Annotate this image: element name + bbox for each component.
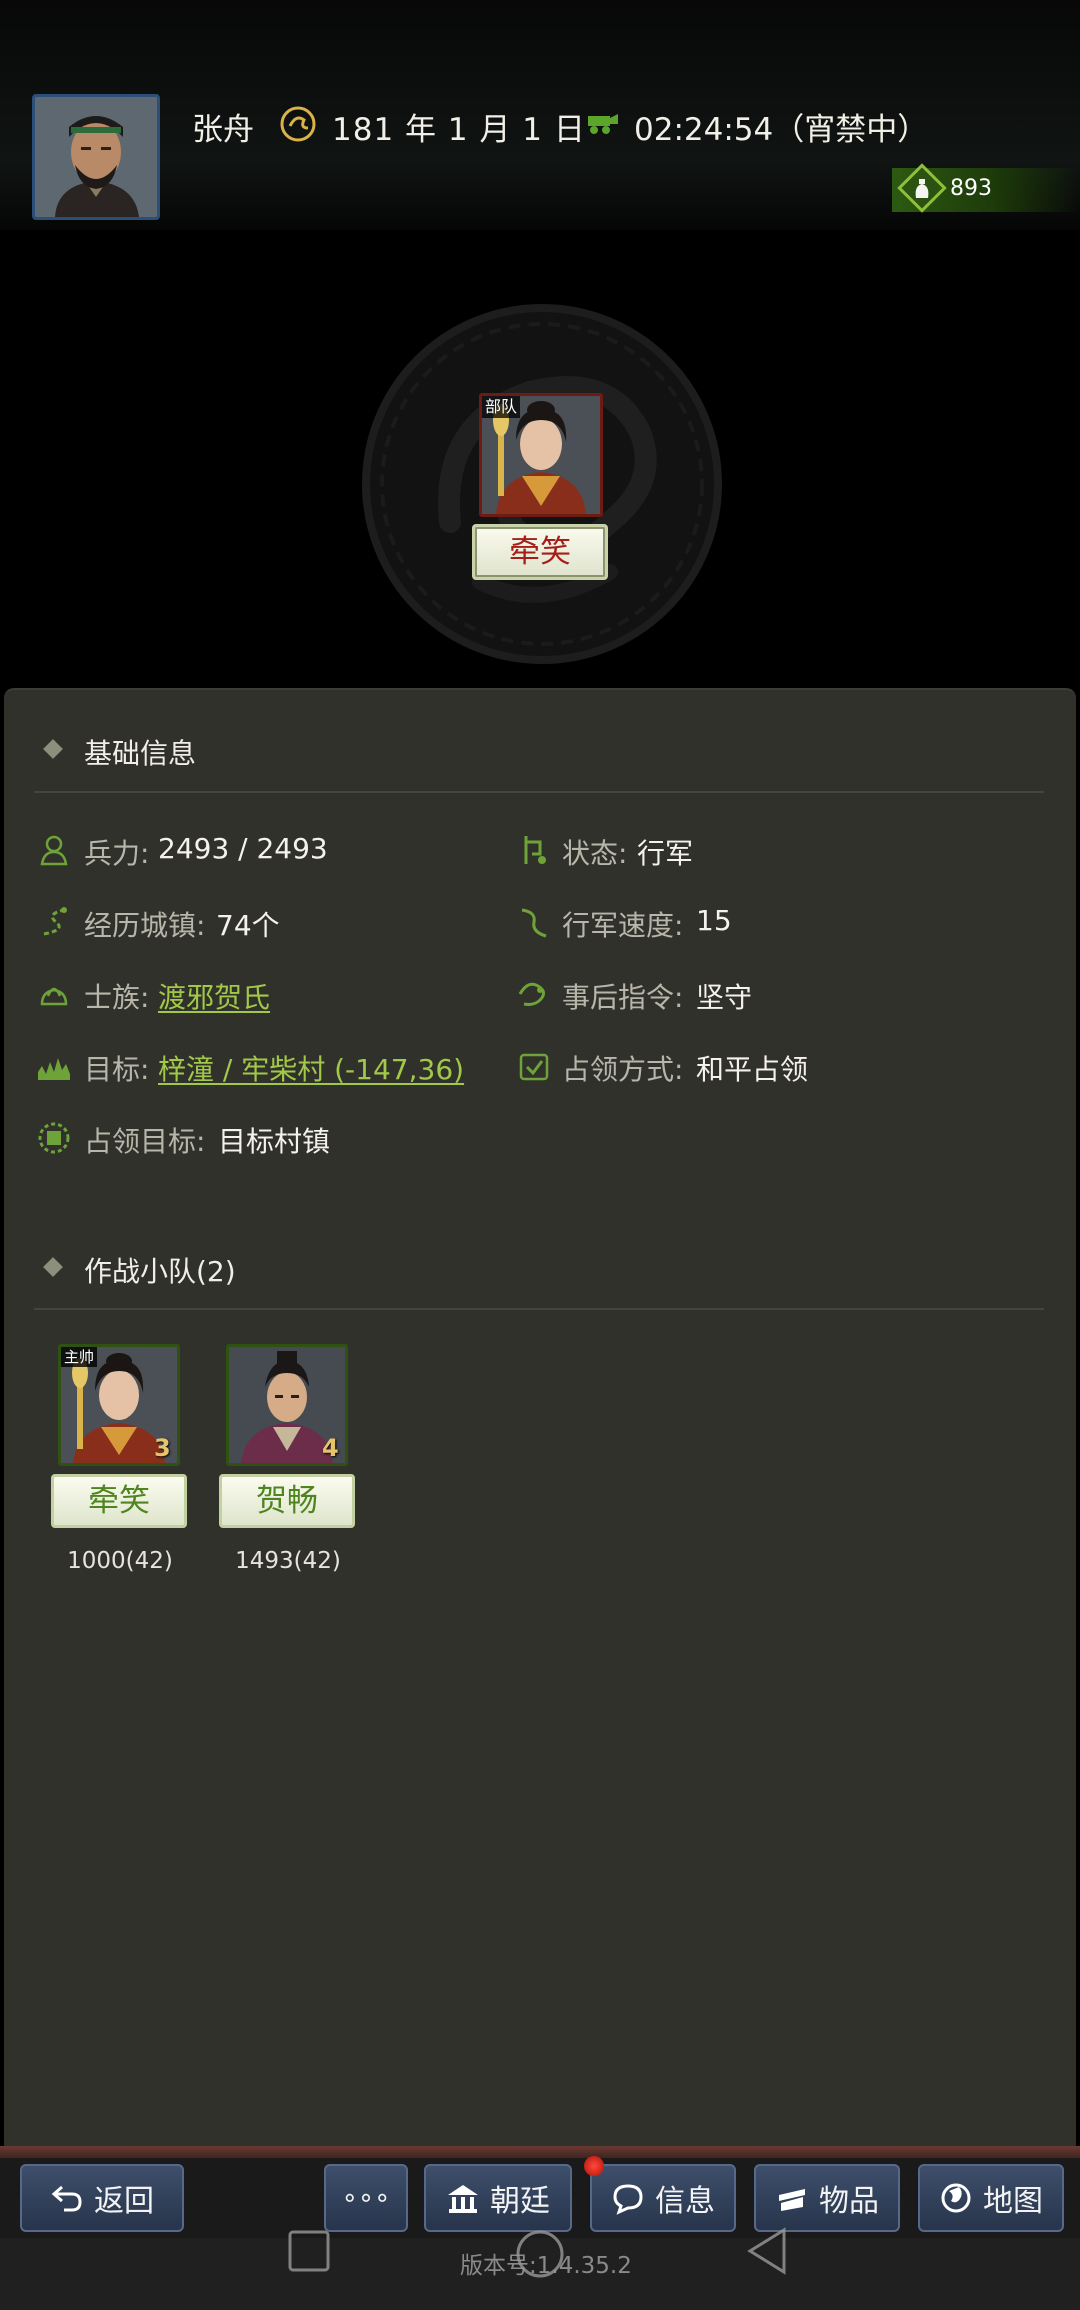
occupy-mode-label: 占领方式:: [562, 1053, 684, 1086]
squad-member-troops: 1493(42): [235, 1548, 341, 1574]
calendar-seal-icon: [280, 106, 316, 142]
checkbox-icon: [516, 1048, 552, 1084]
occupy-seal-icon: [36, 1120, 72, 1156]
back-label: 返回: [94, 2184, 154, 2219]
court-label: 朝廷: [490, 2184, 550, 2219]
route-icon: [36, 904, 72, 940]
map-button[interactable]: 地图: [918, 2164, 1064, 2232]
soldier-icon: [36, 832, 72, 868]
squad-member-level: 3: [154, 1434, 171, 1462]
gold-amount: 893: [950, 176, 992, 201]
info-label: 信息: [655, 2184, 715, 2219]
items-label: 物品: [819, 2184, 879, 2219]
section-divider: [34, 791, 1044, 793]
items-button[interactable]: 物品: [754, 2164, 900, 2232]
section-title-basic-info: 基础信息: [84, 737, 197, 770]
clan-icon: [36, 976, 72, 1012]
chat-bubble-icon: [611, 2181, 645, 2215]
palace-icon: [446, 2181, 480, 2215]
after-order-value: 坚守: [696, 981, 753, 1014]
back-button[interactable]: 返回: [20, 2164, 184, 2232]
player-name: 张舟: [192, 112, 254, 148]
map-label: 地图: [983, 2184, 1043, 2219]
speed-value: 15: [696, 904, 732, 937]
occupy-target-value: 目标村镇: [218, 1125, 331, 1158]
squad-member-troops: 1000(42): [67, 1548, 173, 1574]
notification-dot: [584, 2156, 604, 2176]
player-avatar[interactable]: [32, 94, 160, 220]
clan-label: 士族:: [84, 981, 150, 1014]
money-bag-icon: [896, 162, 948, 214]
court-button[interactable]: 朝廷: [424, 2164, 572, 2232]
towns-label: 经历城镇:: [84, 909, 206, 942]
squad-leader-tag: 主帅: [61, 1347, 98, 1367]
clan-link[interactable]: 渡邪贺氏: [158, 976, 270, 1016]
target-link[interactable]: 梓潼 / 牢柴村 (-147,36): [158, 1048, 464, 1088]
occupy-target-label: 占领目标:: [84, 1125, 206, 1158]
target-label: 目标:: [84, 1053, 150, 1086]
info-button[interactable]: 信息: [590, 2164, 736, 2232]
recent-apps-icon[interactable]: [288, 2230, 330, 2276]
speed-icon: [516, 904, 552, 940]
squad-member-name[interactable]: 贺畅: [219, 1474, 355, 1528]
after-order-label: 事后指令:: [562, 981, 684, 1014]
unit-name[interactable]: 牵笑: [472, 524, 608, 580]
occupy-mode-value: 和平占领: [696, 1053, 809, 1086]
game-date: 181 年 1 月 1 日: [332, 112, 586, 148]
squad-member-name[interactable]: 牵笑: [51, 1474, 187, 1528]
command-icon: [516, 976, 552, 1012]
home-icon[interactable]: [514, 2228, 566, 2284]
target-chart-icon: [36, 1048, 72, 1084]
globe-icon: [939, 2181, 973, 2215]
carriage-icon: [584, 110, 620, 136]
game-time: 02:24:54（宵禁中）: [634, 112, 929, 148]
more-button[interactable]: ∘∘∘: [324, 2164, 408, 2232]
troops-label: 兵力:: [84, 837, 150, 870]
status-value: 行军: [637, 837, 694, 870]
squad-member-level: 4: [322, 1434, 339, 1462]
troops-value: 2493 / 2493: [158, 832, 328, 865]
more-label: ∘∘∘: [341, 2183, 391, 2213]
section-divider: [34, 1308, 1044, 1310]
items-bag-icon: [775, 2181, 809, 2215]
towns-value: 74个: [216, 909, 280, 942]
back-triangle-icon[interactable]: [746, 2226, 788, 2280]
section-title-squad: 作战小队(2): [84, 1255, 236, 1288]
speed-label: 行军速度:: [562, 909, 684, 942]
march-status-icon: [516, 832, 552, 868]
unit-badge: 部队: [482, 396, 521, 418]
status-label: 状态:: [562, 837, 628, 870]
back-arrow-icon: [50, 2181, 84, 2215]
